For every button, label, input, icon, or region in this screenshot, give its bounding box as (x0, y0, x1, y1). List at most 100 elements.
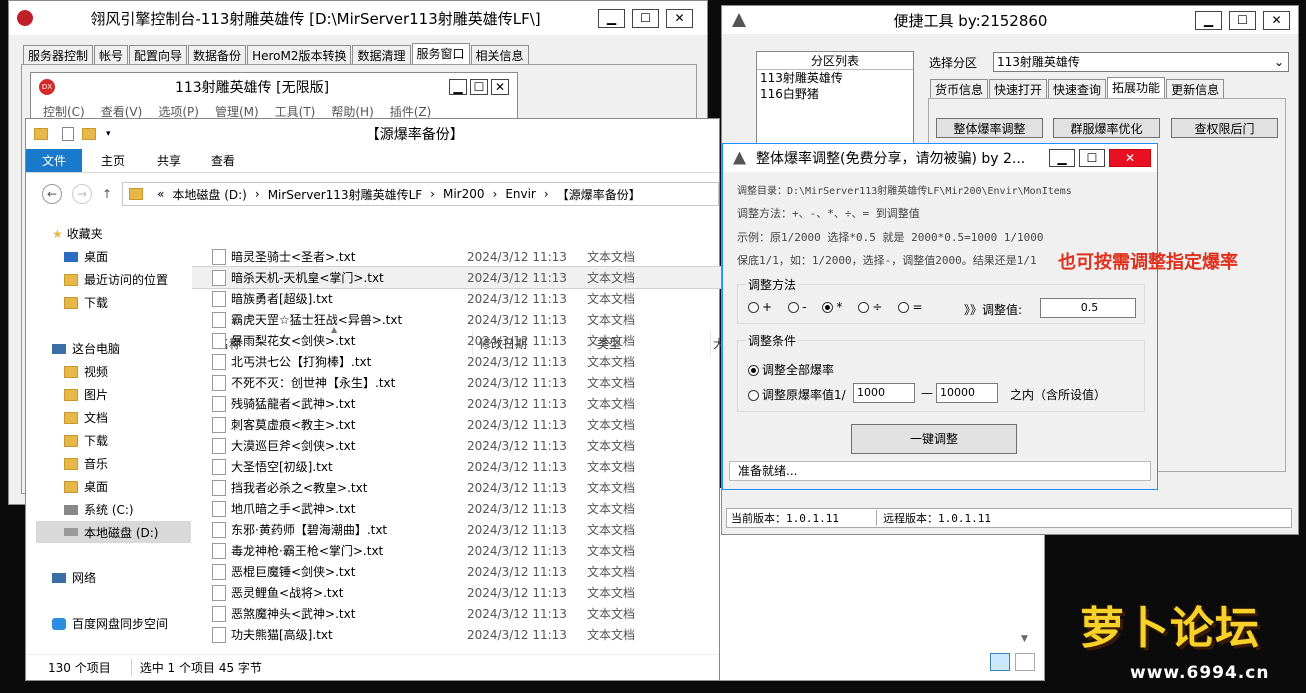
nav-drive-c[interactable]: 系统 (C:) (84, 501, 134, 518)
nav-favorites[interactable]: 收藏夹 (67, 225, 103, 242)
ribbon-tab-file[interactable]: 文件 (26, 149, 82, 172)
op-add-radio[interactable]: + (748, 300, 772, 314)
console-titlebar: 翎风引擎控制台-113射雕英雄传 [D:\MirServer113射雕英雄传LF… (9, 1, 707, 35)
tools-minimize-button[interactable]: ▁ (1195, 10, 1222, 30)
status-selection: 选中 1 个项目 45 字节 (130, 659, 262, 676)
sub-close-button[interactable]: ✕ (491, 79, 509, 95)
file-date: 2024/3/12 11:13 (467, 459, 567, 474)
op-sub-radio[interactable]: - (788, 300, 806, 314)
tab-quick-open[interactable]: 快速打开 (989, 79, 1048, 98)
address-bar[interactable]: « 本地磁盘 (D:) › MirServer113射雕英雄传LF › Mir200… (122, 182, 719, 206)
op-set-radio[interactable]: = (898, 300, 923, 314)
nav-baidu[interactable]: 百度网盘同步空间 (72, 615, 168, 632)
partition-list[interactable]: 分区列表 113射雕英雄传 116白野猪 (756, 51, 914, 151)
range-from-input[interactable]: 1000 (853, 383, 915, 403)
tab-service-window[interactable]: 服务窗口 (411, 43, 470, 64)
tab-updates[interactable]: 更新信息 (1166, 79, 1225, 98)
check-backdoor-button[interactable]: 查权限后门 (1171, 118, 1278, 138)
breadcrumb-mir200[interactable]: Mir200 (443, 187, 485, 201)
breadcrumb-overflow[interactable]: « (157, 187, 164, 201)
luobo-logo: 萝卜论坛 (1076, 592, 1292, 662)
tab-currency[interactable]: 货币信息 (930, 79, 989, 98)
dialog-close-button[interactable]: ✕ (1109, 149, 1151, 167)
text-file-icon (212, 542, 226, 559)
text-file-icon (212, 269, 226, 286)
dialog-minimize-button[interactable]: ▁ (1049, 149, 1075, 167)
nav-music[interactable]: 音乐 (84, 455, 108, 472)
text-file-icon (212, 353, 226, 370)
file-date: 2024/3/12 11:13 (467, 501, 567, 516)
ribbon-tab-home[interactable]: 主页 (82, 149, 144, 172)
breadcrumb-server[interactable]: MirServer113射雕英雄传LF (268, 186, 422, 203)
nav-pc-downloads[interactable]: 下载 (84, 432, 108, 449)
tab-extended[interactable]: 拓展功能 (1107, 77, 1166, 98)
nav-drive-d[interactable]: 本地磁盘 (D:) (84, 524, 158, 541)
tools-close-button[interactable]: ✕ (1263, 10, 1290, 30)
ribbon-tab-view[interactable]: 查看 (194, 149, 252, 172)
tab-backup[interactable]: 数据备份 (188, 45, 247, 64)
partition-item[interactable]: 116白野猪 (757, 86, 913, 102)
cond-range-radio[interactable]: 调整原爆率值1/ (748, 386, 846, 403)
tab-quick-query[interactable]: 快速查询 (1048, 79, 1107, 98)
properties-icon[interactable] (62, 127, 74, 141)
tab-server-control[interactable]: 服务器控制 (23, 45, 94, 64)
new-folder-icon[interactable] (82, 128, 96, 140)
nav-network[interactable]: 网络 (72, 569, 96, 586)
breadcrumb-drive[interactable]: 本地磁盘 (D:) (172, 186, 246, 203)
nav-pc-desktop[interactable]: 桌面 (84, 478, 108, 495)
cond-all-radio[interactable]: 调整全部爆率 (748, 361, 834, 378)
range-to-input[interactable]: 10000 (936, 383, 998, 403)
text-file-icon (212, 500, 226, 517)
one-click-adjust-button[interactable]: 一键调整 (851, 424, 1017, 454)
up-icon[interactable]: ↑ (102, 187, 112, 201)
scrollbar-down-icon[interactable]: ▼ (1021, 634, 1028, 644)
close-button[interactable]: ✕ (666, 8, 693, 28)
sub-minimize-button[interactable]: ▁ (449, 79, 467, 95)
dialog-maximize-button[interactable]: ☐ (1079, 149, 1105, 167)
back-icon[interactable]: ← (42, 184, 62, 204)
tab-about[interactable]: 相关信息 (470, 45, 529, 64)
file-date: 2024/3/12 11:13 (467, 270, 567, 285)
tab-herom2[interactable]: HeroM2版本转换 (247, 45, 352, 64)
tab-config-wizard[interactable]: 配置向导 (129, 45, 188, 64)
navigation-pane: ★ 收藏夹 桌面 最近访问的位置 下载 这台电脑 视频 图片 文档 下载 音乐 桌… (26, 215, 191, 653)
nav-recent[interactable]: 最近访问的位置 (84, 271, 168, 288)
adjust-value-input[interactable]: 0.5 (1040, 298, 1136, 318)
file-date: 2024/3/12 11:13 (467, 417, 567, 432)
text-file-icon (212, 605, 226, 622)
sub-maximize-button[interactable]: ☐ (470, 79, 488, 95)
tab-cleanup[interactable]: 数据清理 (352, 45, 411, 64)
group-droprate-button[interactable]: 群服爆率优化 (1053, 118, 1160, 138)
op-div-radio[interactable]: ÷ (858, 300, 882, 314)
method-group-label: 调整方法 (746, 276, 799, 293)
dx-icon: DX (39, 79, 55, 95)
nav-documents[interactable]: 文档 (84, 409, 108, 426)
file-name: 恶灵鲤鱼<战将>.txt (231, 586, 344, 600)
partition-item[interactable]: 113射雕英雄传 (757, 70, 913, 86)
details-view-button[interactable] (1015, 653, 1035, 671)
breadcrumb-envir[interactable]: Envir (505, 187, 536, 201)
nav-downloads[interactable]: 下载 (84, 294, 108, 311)
nav-videos[interactable]: 视频 (84, 363, 108, 380)
minimize-button[interactable]: ▁ (598, 8, 625, 28)
ribbon-tab-share[interactable]: 共享 (144, 149, 194, 172)
console-tabs: 服务器控制 帐号 配置向导 数据备份 HeroM2版本转换 数据清理 服务窗口 … (23, 43, 530, 64)
forward-icon[interactable]: → (72, 184, 92, 204)
condition-group: 调整条件 调整全部爆率 调整原爆率值1/ 1000 — 10000 之内（含所设… (737, 332, 1145, 412)
tools-maximize-button[interactable]: ☐ (1229, 10, 1256, 30)
maximize-button[interactable]: ☐ (632, 8, 659, 28)
desktop-icon (64, 251, 78, 262)
list-view-button[interactable] (990, 653, 1010, 671)
op-mul-radio[interactable]: * (822, 300, 842, 314)
nav-pictures[interactable]: 图片 (84, 386, 108, 403)
desktop-folder-icon (64, 480, 78, 493)
nav-desktop[interactable]: 桌面 (84, 248, 108, 265)
tab-account[interactable]: 帐号 (94, 45, 129, 64)
overall-droprate-button[interactable]: 整体爆率调整 (936, 118, 1043, 138)
partition-select[interactable]: 113射雕英雄传 ⌄ (993, 52, 1289, 72)
explorer-window: ▾ 【源爆率备份】 文件 主页 共享 查看 ← → ↑ « 本地磁盘 (D:) ›… (25, 118, 1042, 681)
network-icon (52, 572, 66, 583)
nav-this-pc[interactable]: 这台电脑 (72, 340, 120, 357)
file-date: 2024/3/12 11:13 (467, 375, 567, 390)
breadcrumb-current[interactable]: 【源爆率备份】 (557, 186, 641, 203)
